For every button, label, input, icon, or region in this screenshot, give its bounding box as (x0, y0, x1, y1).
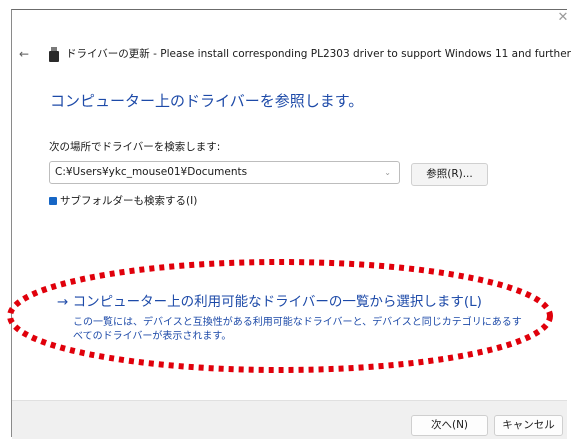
cancel-button[interactable]: キャンセル (494, 415, 563, 436)
pick-from-list-link[interactable]: → コンピューター上の利用可能なドライバーの一覧から選択します(L) (57, 292, 482, 312)
next-button[interactable]: 次へ(N) (411, 415, 488, 436)
search-location-label: 次の場所でドライバーを検索します: (49, 141, 221, 153)
pick-from-list-description: この一覧には、デバイスと互換性がある利用可能なドライバーと、デバイスと同じカテゴ… (73, 317, 522, 342)
path-value[interactable]: C:¥Users¥ykc_mouse01¥Documents (55, 162, 247, 183)
chevron-down-icon[interactable]: ⌄ (384, 162, 391, 183)
back-arrow-icon[interactable]: ← (18, 46, 30, 62)
include-subfolders-checkbox[interactable] (49, 197, 57, 205)
usb-device-icon (49, 47, 59, 62)
page-heading: コンピューター上のドライバーを参照します。 (50, 92, 364, 110)
close-button[interactable]: ✕ (556, 10, 570, 26)
path-input[interactable]: C:¥Users¥ykc_mouse01¥Documents ⌄ (49, 161, 400, 184)
include-subfolders-label[interactable]: サブフォルダーも検索する(I) (60, 193, 197, 209)
dialog-title: ドライバーの更新 - Please install corresponding … (66, 48, 571, 60)
browse-button[interactable]: 参照(R)... (411, 163, 488, 186)
